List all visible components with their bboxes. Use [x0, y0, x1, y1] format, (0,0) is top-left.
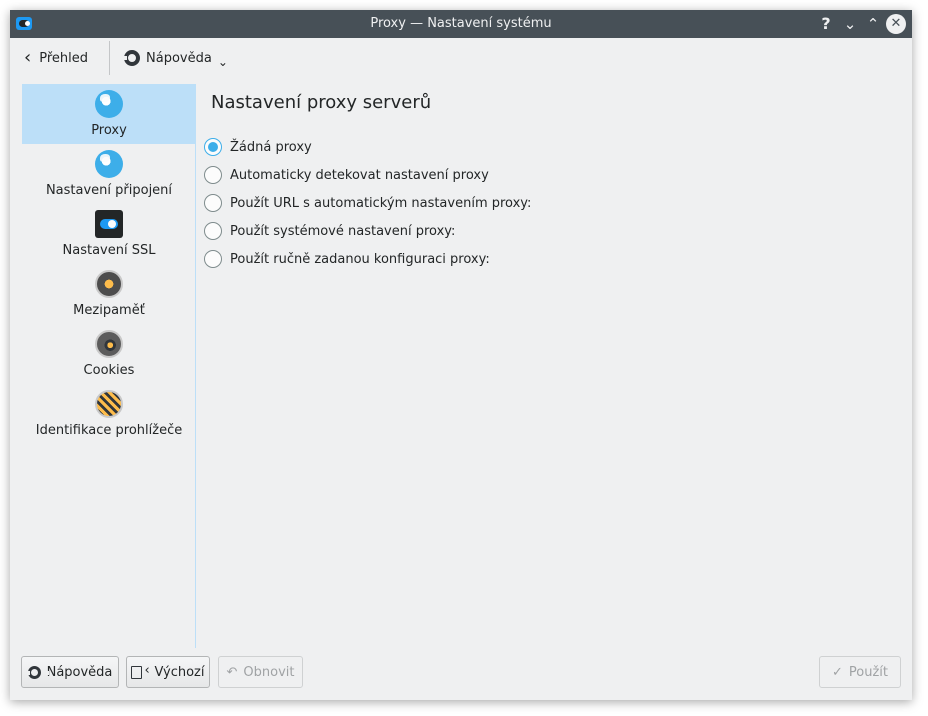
undo-icon: ↶: [226, 664, 238, 680]
help-menu-label: Nápověda: [146, 50, 212, 66]
apply-button-label: Použít: [848, 664, 888, 680]
help-button[interactable]: Nápověda: [21, 656, 119, 688]
help-icon[interactable]: ?: [815, 13, 837, 35]
chevron-down-icon: ⌄: [217, 55, 228, 69]
radio-label: Použít ručně zadanou konfiguraci proxy:: [230, 251, 490, 267]
radio-button[interactable]: [204, 194, 222, 212]
chevron-left-icon: ‹: [24, 47, 32, 68]
browser-id-icon: [95, 390, 123, 418]
radio-button[interactable]: [204, 222, 222, 240]
toggle-icon: [95, 210, 123, 238]
lifebuoy-icon: [124, 50, 146, 66]
sidebar-item-label: Cookies: [83, 363, 135, 378]
sidebar-item-label: Proxy: [91, 123, 127, 138]
sidebar-item-label: Identifikace prohlížeče: [35, 423, 183, 438]
sidebar-item-cache[interactable]: Mezipaměť: [22, 264, 196, 324]
sidebar: Proxy Nastavení připojení Nastavení SSL …: [22, 84, 196, 648]
toolbar-separator: [109, 41, 110, 75]
radio-auto-config-url[interactable]: Použít URL s automatickým nastavením pro…: [204, 192, 531, 214]
sidebar-item-connection[interactable]: Nastavení připojení: [22, 144, 196, 204]
minimize-icon[interactable]: ⌄: [839, 13, 861, 35]
globe-icon: [95, 150, 123, 178]
sidebar-item-proxy[interactable]: Proxy: [22, 84, 196, 144]
defaults-button[interactable]: Výchozí: [126, 656, 210, 688]
checkmark-icon: ✓: [831, 664, 843, 680]
radio-label: Použít URL s automatickým nastavením pro…: [230, 195, 532, 211]
apply-button[interactable]: ✓ Použít: [819, 656, 901, 688]
title-bar[interactable]: Proxy — Nastavení systému ? ⌄ ⌃ ✕: [10, 10, 912, 38]
window-title: Proxy — Nastavení systému: [370, 16, 552, 31]
sidebar-item-browser-identification[interactable]: Identifikace prohlížeče: [22, 384, 196, 444]
cookie-icon: [95, 330, 123, 358]
document-revert-icon: [131, 663, 150, 679]
sidebar-item-cookies[interactable]: Cookies: [22, 324, 196, 384]
close-icon[interactable]: ✕: [886, 14, 906, 34]
radio-button[interactable]: [204, 250, 222, 268]
globe-icon: [95, 90, 123, 118]
reset-button[interactable]: ↶ Obnovit: [218, 656, 303, 688]
sidebar-item-label: Nastavení připojení: [45, 183, 173, 198]
radio-system-proxy[interactable]: Použít systémové nastavení proxy:: [204, 220, 455, 242]
cache-icon: [95, 270, 123, 298]
toolbar: ‹ Přehled Nápověda ⌄: [10, 38, 912, 78]
maximize-icon[interactable]: ⌃: [862, 13, 884, 35]
help-menu-button[interactable]: Nápověda ⌄: [124, 46, 228, 70]
radio-auto-detect[interactable]: Automaticky detekovat nastavení proxy: [204, 164, 489, 186]
defaults-button-label: Výchozí: [154, 664, 205, 680]
radio-label: Žádná proxy: [230, 139, 312, 155]
reset-button-label: Obnovit: [243, 664, 295, 680]
radio-button[interactable]: [204, 166, 222, 184]
radio-label: Použít systémové nastavení proxy:: [230, 223, 456, 239]
help-button-label: Nápověda: [46, 664, 113, 680]
page-title: Nastavení proxy serverů: [211, 92, 432, 113]
settings-window: Proxy — Nastavení systému ? ⌄ ⌃ ✕ ‹ Přeh…: [10, 10, 912, 700]
radio-label: Automaticky detekovat nastavení proxy: [230, 167, 489, 183]
sidebar-item-ssl[interactable]: Nastavení SSL: [22, 204, 196, 264]
lifebuoy-icon: [26, 665, 49, 679]
radio-no-proxy[interactable]: Žádná proxy: [204, 136, 312, 158]
proxy-settings-panel: Nastavení proxy serverů Žádná proxy Auto…: [204, 84, 906, 648]
sidebar-item-label: Nastavení SSL: [62, 243, 156, 258]
back-button-label: Přehled: [39, 50, 88, 66]
radio-button[interactable]: [204, 138, 222, 156]
sidebar-item-label: Mezipaměť: [73, 303, 145, 318]
radio-manual-proxy[interactable]: Použít ručně zadanou konfiguraci proxy:: [204, 248, 490, 270]
back-button[interactable]: ‹ Přehled: [24, 46, 88, 70]
